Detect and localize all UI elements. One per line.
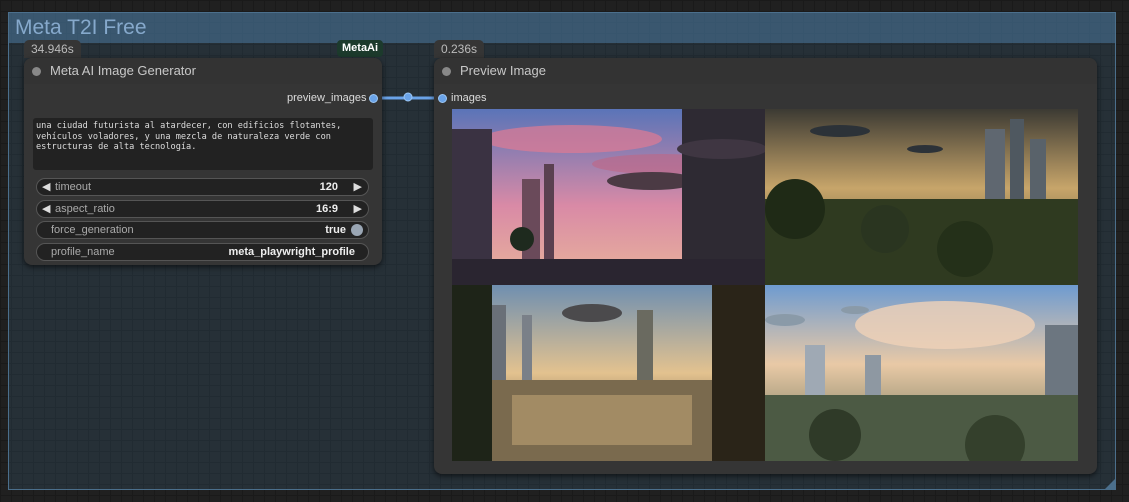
preview-timing: 0.236s: [434, 40, 485, 58]
node-title: Preview Image: [460, 63, 546, 78]
aspect-ratio-widget[interactable]: ◀ aspect_ratio 16:9 ▶: [36, 200, 369, 218]
metaai-badge: MetaAi: [337, 40, 384, 57]
prompt-textarea[interactable]: una ciudad futurista al atardecer, con e…: [33, 118, 373, 170]
timeout-widget[interactable]: ◀ timeout 120 ▶: [36, 178, 369, 196]
widget-value: 16:9: [315, 203, 338, 215]
node-title-bar[interactable]: Preview Image: [434, 58, 1097, 84]
generator-timing: 34.946s: [24, 40, 81, 58]
force-generation-toggle[interactable]: force_generation true: [36, 221, 369, 239]
previous-arrow-icon[interactable]: ◀: [42, 202, 50, 215]
widget-label: aspect_ratio: [55, 203, 115, 215]
widget-value: 120: [319, 181, 338, 193]
toggle-knob-icon[interactable]: [351, 224, 363, 236]
preview-image-3[interactable]: [452, 285, 765, 461]
profile-name-widget[interactable]: profile_name meta_playwright_profile: [36, 243, 369, 261]
widget-label: timeout: [55, 181, 92, 193]
collapse-dot-icon[interactable]: [442, 67, 451, 76]
collapse-dot-icon[interactable]: [32, 67, 41, 76]
node-title-bar[interactable]: Meta AI Image Generator: [24, 58, 382, 84]
widget-value: meta_playwright_profile: [228, 246, 355, 258]
output-slot-label: preview_images: [287, 92, 367, 104]
input-slot-dot[interactable]: [438, 94, 447, 103]
input-slot-label: images: [451, 92, 487, 104]
next-arrow-icon[interactable]: ▶: [354, 202, 362, 215]
widget-label: profile_name: [51, 246, 115, 258]
widget-label: force_generation: [51, 224, 134, 236]
link-midpoint-handle[interactable]: [403, 92, 413, 102]
node-title: Meta AI Image Generator: [50, 63, 196, 78]
output-slot-dot[interactable]: [369, 94, 378, 103]
preview-image-4[interactable]: [765, 285, 1078, 461]
preview-image-1[interactable]: [452, 109, 765, 285]
increment-arrow-icon[interactable]: ▶: [354, 180, 362, 193]
widget-value: true: [325, 224, 346, 236]
preview-image-2[interactable]: [765, 109, 1078, 285]
decrement-arrow-icon[interactable]: ◀: [42, 180, 50, 193]
